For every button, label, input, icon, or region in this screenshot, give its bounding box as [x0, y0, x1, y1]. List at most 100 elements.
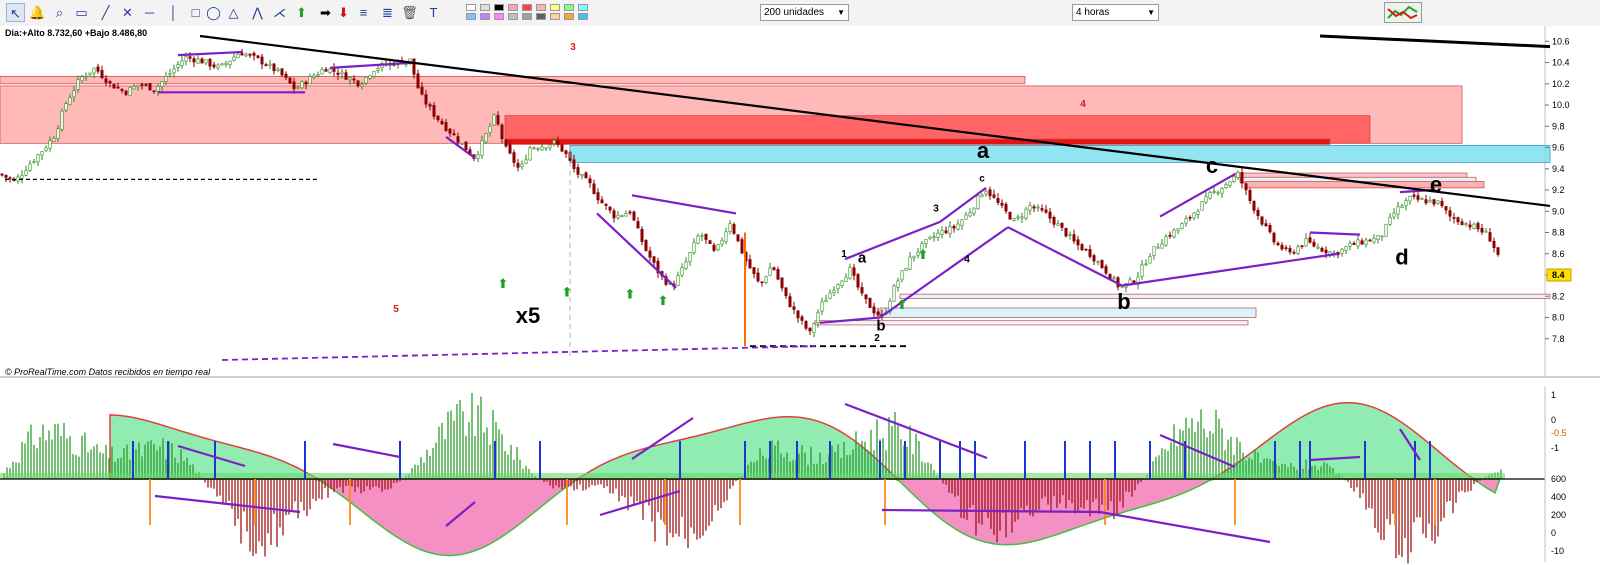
chart-area[interactable]: ⬆⬆ ⬆ ⬆ ⬆⬆acedbx5ab1234c345Dia:+Alto 8.732,6…	[0, 26, 1600, 565]
candle-body	[1168, 234, 1172, 237]
candle-body	[708, 240, 712, 244]
candle-body	[984, 190, 988, 195]
candle-body	[1364, 239, 1368, 246]
gann-icon[interactable]: ⋌	[270, 3, 289, 22]
color-swatch[interactable]	[564, 4, 574, 11]
buy-signal-arrow-icon: ⬆	[897, 297, 908, 312]
candle-body	[904, 268, 908, 271]
candle-body	[272, 63, 276, 72]
candle-body	[640, 229, 644, 242]
horizontal-line-icon[interactable]: ─	[140, 3, 159, 22]
candle-body	[564, 150, 568, 155]
wave-label: 4	[1080, 99, 1086, 110]
color-swatch[interactable]	[564, 13, 574, 20]
price-zone	[0, 76, 1026, 85]
color-swatch[interactable]	[578, 4, 588, 11]
candle-body	[1380, 235, 1384, 238]
vertical-line-icon[interactable]: │	[164, 3, 183, 22]
candle-body	[228, 60, 232, 65]
color-swatch[interactable]	[480, 13, 490, 20]
ellipse-icon[interactable]: ◯	[204, 3, 223, 22]
units-dropdown[interactable]: 200 unidades ▼	[760, 4, 849, 21]
candle-body	[1192, 212, 1196, 219]
text-icon[interactable]: T	[424, 3, 443, 22]
candle-body	[1092, 255, 1096, 262]
candle-body	[288, 77, 292, 84]
color-swatch[interactable]	[494, 13, 504, 20]
chart-type-button[interactable]	[1384, 2, 1422, 23]
color-swatch[interactable]	[508, 13, 518, 20]
candle-body	[1100, 260, 1104, 268]
candle-body	[532, 147, 536, 150]
buy-signal-arrow-icon: ⬆	[562, 284, 573, 299]
cursor-icon[interactable]: ↖	[6, 3, 25, 22]
candle-body	[80, 76, 84, 82]
candle-body	[1156, 247, 1160, 249]
candle-body	[976, 195, 980, 210]
alarm-bell-icon[interactable]: 🔔	[28, 3, 47, 22]
arrow-right-icon[interactable]: ➡	[316, 3, 335, 22]
color-swatch[interactable]	[466, 4, 476, 11]
color-swatch[interactable]	[536, 4, 546, 11]
cross-icon[interactable]: ✕	[118, 3, 137, 22]
price-tick-label: 9.8	[1552, 121, 1565, 131]
rectangle-icon[interactable]: □	[186, 3, 205, 22]
candle-body	[464, 141, 468, 151]
candle-body	[1340, 248, 1344, 254]
candle-body	[76, 79, 80, 90]
candle-body	[952, 225, 956, 229]
triangle-icon[interactable]: △	[224, 3, 243, 22]
candle-body	[316, 74, 320, 77]
fibonacci-extension-icon[interactable]: ≣	[378, 3, 397, 22]
candle-body	[592, 183, 596, 194]
color-swatch[interactable]	[578, 13, 588, 20]
candle-body	[1476, 222, 1480, 230]
color-swatch[interactable]	[494, 4, 504, 11]
color-swatch[interactable]	[536, 13, 546, 20]
color-swatch[interactable]	[522, 4, 532, 11]
price-zone	[569, 145, 1551, 163]
candle-body	[856, 274, 860, 288]
zoom-icon[interactable]: ⌕	[50, 3, 69, 22]
candle-body	[504, 139, 508, 147]
candle-body	[1272, 232, 1276, 243]
line-icon[interactable]: ╱	[96, 3, 115, 22]
volume-tick-label: 0	[1551, 528, 1556, 538]
ruler-icon[interactable]: ▭	[72, 3, 91, 22]
candle-body	[360, 84, 364, 87]
color-swatch[interactable]	[508, 4, 518, 11]
candle-body	[300, 81, 304, 89]
candle-body	[1176, 228, 1180, 231]
timeframe-dropdown[interactable]: 4 horas ▼	[1072, 4, 1159, 21]
fibonacci-retracement-icon[interactable]: ≡	[354, 3, 373, 22]
color-swatch[interactable]	[550, 4, 560, 11]
arrow-up-icon[interactable]: ⬆	[292, 3, 311, 22]
fibonacci-fan-icon[interactable]: ⋀	[248, 3, 267, 22]
candle-body	[1436, 200, 1440, 204]
candle-body	[312, 75, 316, 78]
candle-body	[1020, 216, 1024, 219]
trash-icon[interactable]: 🗑	[400, 3, 419, 22]
candle-body	[508, 144, 512, 154]
candle-body	[1224, 184, 1228, 188]
indicator-tick-label: -0.5	[1551, 428, 1567, 438]
candle-body	[628, 211, 632, 214]
candle-body	[556, 141, 560, 145]
color-swatch[interactable]	[480, 4, 490, 11]
candle-body	[940, 230, 944, 235]
color-swatch[interactable]	[466, 13, 476, 20]
candle-body	[784, 287, 788, 297]
candle-body	[324, 69, 328, 72]
price-tick-label: 9.6	[1552, 143, 1565, 153]
candle-body	[64, 103, 68, 111]
arrow-down-icon[interactable]: ⬇	[334, 3, 353, 22]
wave-label: a	[858, 249, 867, 266]
candle-body	[852, 267, 856, 276]
color-swatch[interactable]	[522, 13, 532, 20]
color-swatch[interactable]	[550, 13, 560, 20]
wave-label: b	[876, 317, 885, 334]
candle-body	[1396, 206, 1400, 215]
price-tick-label: 9.4	[1552, 164, 1565, 174]
candle-body	[1072, 234, 1076, 242]
candle-body	[212, 64, 216, 68]
